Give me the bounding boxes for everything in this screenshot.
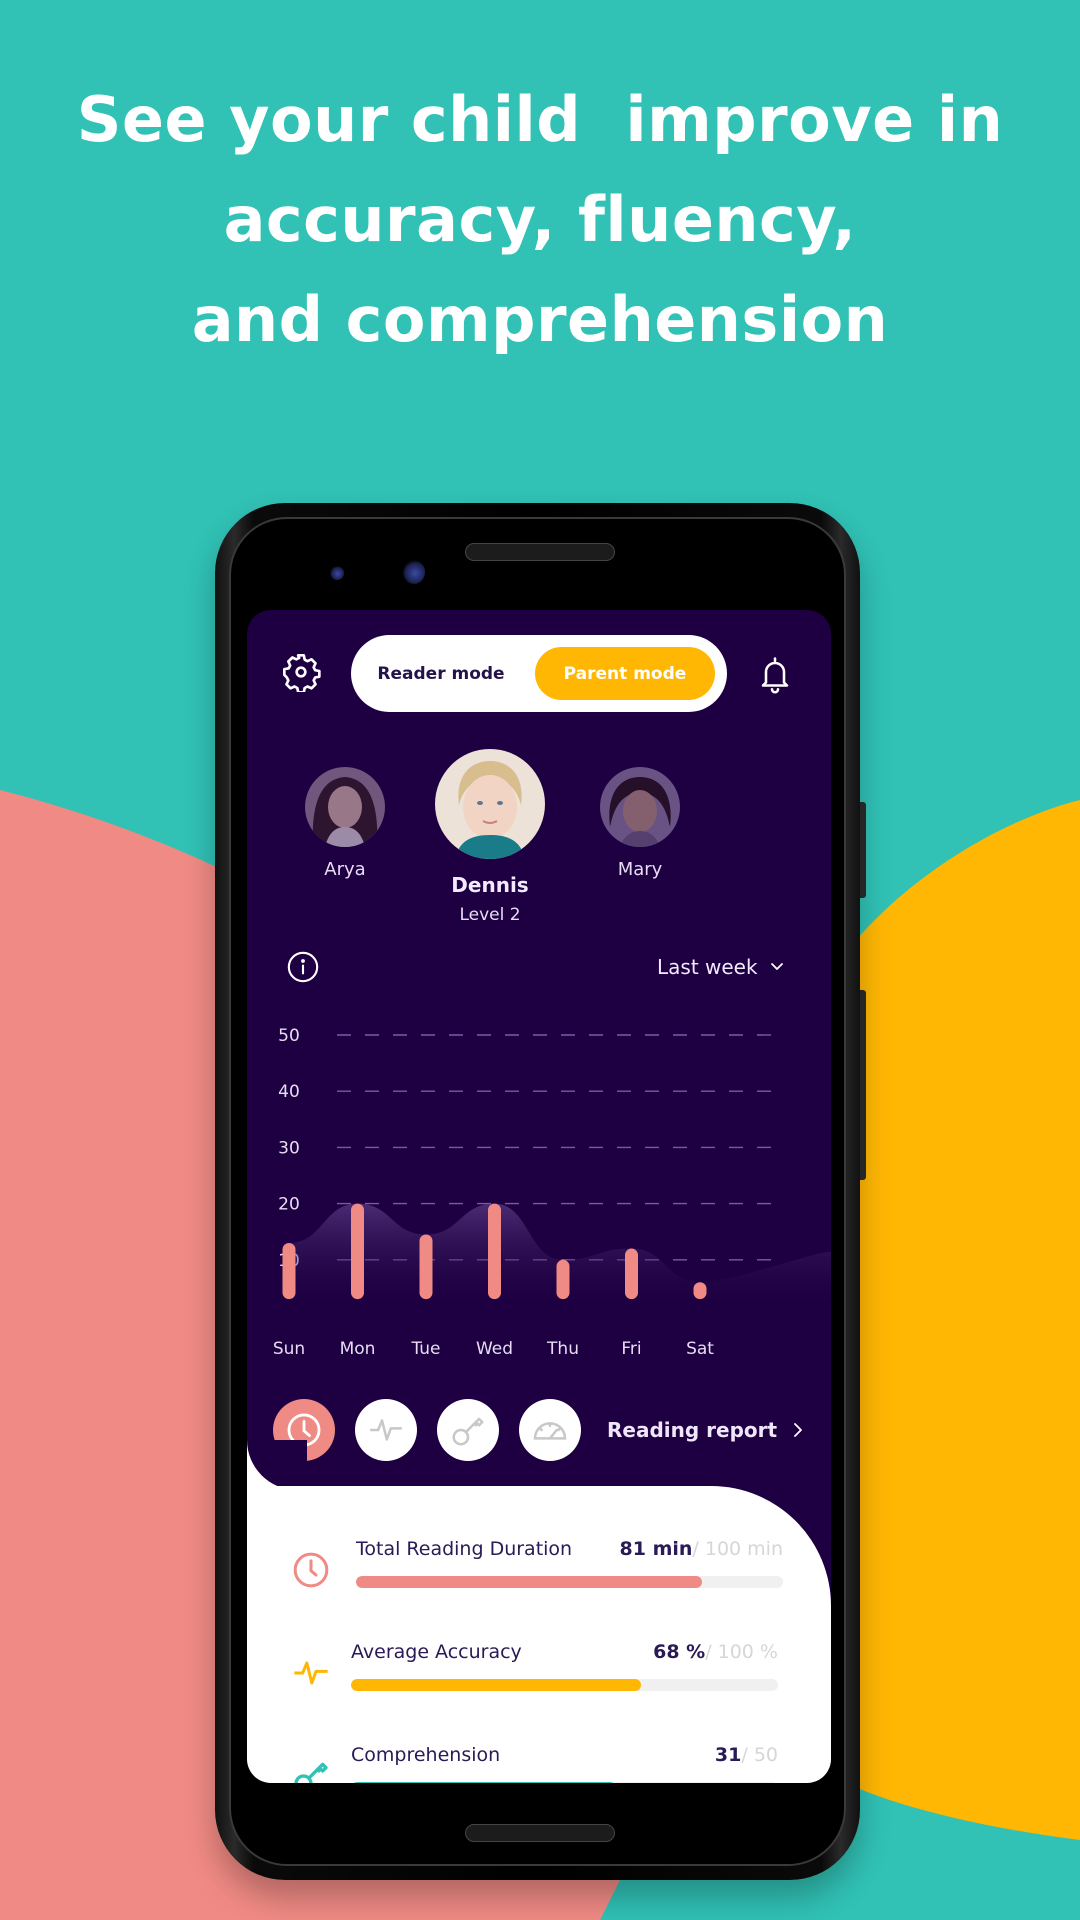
x-tick-label: Sun [273, 1339, 305, 1359]
progress-track [351, 1679, 778, 1691]
stat-max: / 100 % [705, 1641, 778, 1663]
yellow-blob [840, 800, 1080, 1840]
y-tick-label: 50 [278, 1026, 300, 1046]
period-dropdown[interactable]: Last week [657, 950, 784, 984]
reader-mode-button[interactable]: Reader mode [351, 635, 531, 712]
stat-value: 81 min/ 100 min [620, 1538, 783, 1560]
avatar [305, 767, 385, 847]
avatar [435, 749, 545, 859]
stat-average-accuracy: Average Accuracy 68 %/ 100 % [247, 1633, 831, 1703]
stat-label: Average Accuracy [351, 1641, 522, 1663]
stat-reading-duration: Total Reading Duration 81 min/ 100 min [247, 1530, 831, 1600]
profile-name: Mary [617, 859, 663, 880]
period-label: Last week [657, 955, 758, 979]
mode-toggle: Reader mode Parent mode [351, 635, 727, 712]
stat-max: / 50 [741, 1744, 778, 1766]
panel-curve [247, 1440, 307, 1490]
avatar [600, 767, 680, 847]
metric-tab-fluency[interactable] [519, 1399, 581, 1461]
reading-duration-chart: 1020304050 SunMonTueWedThuFriSat [273, 1026, 831, 1359]
profile-level: Level 2 [459, 905, 521, 925]
reading-report-label: Reading report [607, 1418, 778, 1442]
stat-current: 68 % [653, 1641, 706, 1663]
metric-tab-comprehension[interactable] [437, 1399, 499, 1461]
profile-mary[interactable]: Mary [585, 767, 695, 880]
chart-bar [351, 1203, 364, 1300]
progress-fill [351, 1679, 642, 1691]
x-tick-label: Sat [686, 1339, 714, 1359]
key-icon [452, 1417, 484, 1446]
stat-max: / 100 min [692, 1538, 783, 1560]
profile-name: Dennis [451, 873, 529, 897]
key-icon [294, 1762, 328, 1783]
headline-line: and comprehension [191, 283, 889, 356]
phone-bottom-speaker [465, 1824, 615, 1842]
phone-top-speaker [465, 543, 615, 561]
stats-panel: Total Reading Duration 81 min/ 100 min A… [247, 1486, 831, 1783]
chevron-down-icon [770, 963, 783, 970]
app-screen: Reader mode Parent mode Arya Dennis Leve… [247, 610, 831, 1783]
speedometer-icon [533, 1422, 567, 1440]
chart-bar [282, 1242, 296, 1300]
progress-fill [351, 1782, 616, 1783]
pulse-icon [370, 1419, 402, 1441]
chart-bar [419, 1234, 433, 1300]
chart-bar [625, 1248, 638, 1300]
info-icon[interactable] [286, 950, 320, 984]
x-tick-label: Mon [340, 1339, 376, 1359]
y-tick-label: 40 [278, 1082, 300, 1102]
y-tick-label: 30 [278, 1138, 300, 1158]
chart-bar [488, 1203, 501, 1300]
pulse-icon [294, 1661, 328, 1685]
headline-line: accuracy, fluency, [223, 183, 857, 256]
progress-fill [356, 1576, 702, 1588]
profile-dennis[interactable]: Dennis Level 2 [422, 749, 558, 925]
profile-name: Arya [324, 859, 366, 880]
headline-line: See your child improve in [76, 83, 1004, 156]
clock-icon [293, 1552, 329, 1588]
bell-icon[interactable] [757, 655, 793, 695]
reading-report-link[interactable]: Reading report [607, 1410, 803, 1450]
profile-arya[interactable]: Arya [290, 767, 400, 880]
chart-bar [693, 1282, 707, 1300]
gear-icon[interactable] [281, 652, 321, 692]
stat-label: Total Reading Duration [356, 1538, 573, 1560]
x-tick-label: Tue [410, 1339, 440, 1359]
phone-camera [403, 560, 425, 584]
stat-current: 81 min [619, 1538, 693, 1560]
x-tick-label: Wed [476, 1339, 513, 1359]
x-tick-label: Thu [546, 1339, 579, 1359]
phone-sensor [330, 566, 344, 580]
y-tick-label: 20 [278, 1195, 300, 1215]
progress-track [356, 1576, 783, 1588]
progress-track [351, 1782, 778, 1783]
chart-bar [556, 1259, 570, 1300]
stat-current: 31 [714, 1744, 742, 1766]
stat-value: 68 %/ 100 % [653, 1641, 778, 1663]
x-tick-label: Fri [621, 1339, 641, 1359]
stat-value: 31/ 50 [715, 1744, 778, 1766]
headline: See your child improve in accuracy, flue… [0, 70, 1080, 370]
stat-comprehension: Comprehension 31/ 50 [247, 1736, 831, 1783]
stat-label: Comprehension [351, 1744, 501, 1766]
parent-mode-button[interactable]: Parent mode [535, 647, 715, 700]
chevron-right-icon [794, 1423, 802, 1437]
metric-tab-accuracy[interactable] [355, 1399, 417, 1461]
